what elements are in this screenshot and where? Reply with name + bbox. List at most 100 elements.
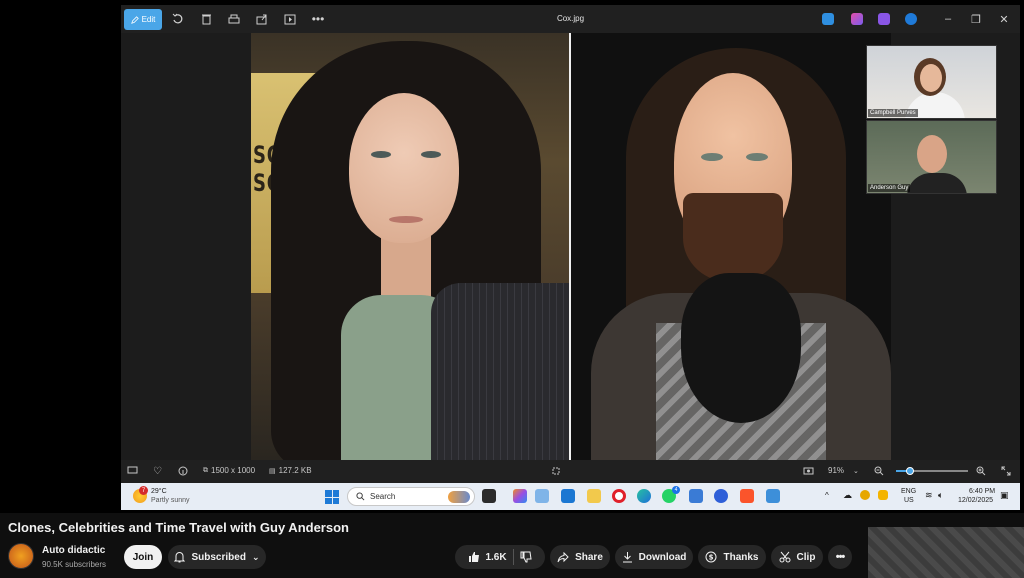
onedrive-icon[interactable]	[905, 13, 917, 25]
filmstrip-icon[interactable]	[127, 466, 138, 475]
photo-app-icon[interactable]	[822, 13, 834, 25]
opera-icon[interactable]	[612, 489, 626, 503]
fullscreen-icon[interactable]	[1001, 466, 1011, 476]
notes-icon[interactable]	[689, 489, 703, 503]
video-title: Clones, Celebrities and Time Travel with…	[8, 520, 349, 535]
language-code[interactable]: ENG	[901, 488, 916, 496]
thumbs-up-icon	[469, 552, 480, 562]
zoom-slider-knob[interactable]	[905, 467, 914, 475]
share-label: Share	[575, 551, 603, 563]
clipchamp-icon[interactable]	[851, 13, 863, 25]
share-button[interactable]: Share	[550, 545, 610, 569]
participant-video-1[interactable]: Campbell Purves	[866, 45, 997, 119]
subscriber-count: 90.5K subscribers	[42, 560, 107, 569]
channel-avatar[interactable]	[8, 543, 34, 569]
wifi-icon[interactable]: ≋	[925, 491, 933, 500]
beard	[683, 193, 783, 283]
search-icon	[356, 492, 365, 501]
torso	[907, 173, 967, 193]
youtube-watch-page: Edit ••• Cox.jpg – ❐ ✕ Campbell Purves A…	[0, 0, 1024, 578]
weather-desc[interactable]: Partly sunny	[151, 497, 190, 505]
zoom-select[interactable]: 91% ⌄	[828, 466, 859, 475]
recommended-video-thumbnail[interactable]	[868, 527, 1024, 578]
search-placeholder: Search	[370, 492, 396, 501]
eye-left	[371, 151, 391, 158]
participant-video-2[interactable]: Anderson Guy	[866, 120, 997, 194]
face	[920, 64, 942, 92]
windows-taskbar: 7 29°C Partly sunny Search 4 ^ ☁ ENG US …	[121, 483, 1020, 510]
photo-left-woman: SOPHIE ASCA	[251, 33, 569, 460]
settings-gear-icon[interactable]	[535, 489, 549, 503]
like-dislike-group: 1.6K	[455, 545, 545, 569]
file-size-text: 127.2 KB	[278, 466, 312, 475]
photos-app-window: Edit ••• Cox.jpg – ❐ ✕ Campbell Purves A…	[121, 5, 1020, 483]
taskbar-search[interactable]: Search	[347, 487, 475, 506]
cloud-icon[interactable]: ☁	[843, 491, 852, 500]
download-icon	[622, 552, 632, 563]
zoom-app-icon[interactable]	[714, 489, 728, 503]
subscribed-button[interactable]: Subscribed ⌄	[168, 545, 266, 569]
zoom-out-icon[interactable]	[874, 466, 884, 476]
thanks-heart-icon: $	[705, 551, 717, 563]
sync-icon[interactable]	[860, 490, 870, 500]
language-region[interactable]: US	[904, 497, 914, 505]
restore-icon[interactable]: ❐	[969, 12, 983, 26]
zoom-slider[interactable]	[896, 467, 968, 475]
copilot-icon[interactable]	[513, 489, 527, 503]
chevron-up-icon[interactable]: ^	[825, 492, 829, 500]
bell-icon	[174, 552, 186, 563]
clip-label: Clip	[796, 551, 816, 563]
volume-icon[interactable]: 🔈︎	[938, 491, 943, 500]
zoom-in-icon[interactable]	[976, 466, 986, 476]
photos-toolbar: Edit ••• Cox.jpg – ❐ ✕	[121, 5, 1020, 33]
photo-right-man	[571, 33, 891, 460]
weather-temp[interactable]: 29°C	[151, 488, 167, 496]
brave-icon[interactable]	[740, 489, 754, 503]
info-icon[interactable]	[178, 466, 188, 476]
channel-name[interactable]: Auto didactic	[42, 545, 105, 556]
mouth	[389, 216, 423, 223]
join-button[interactable]: Join	[124, 545, 162, 569]
dimensions-icon: ⧉	[203, 466, 208, 474]
thumbs-down-icon	[520, 551, 532, 563]
like-count: 1.6K	[485, 551, 507, 563]
screenshot-icon[interactable]	[803, 466, 814, 475]
chevron-down-icon: ⌄	[251, 551, 260, 562]
face	[917, 135, 947, 173]
download-label: Download	[638, 551, 687, 563]
thanks-button[interactable]: $ Thanks	[698, 545, 766, 569]
crop-icon[interactable]	[551, 466, 561, 476]
store-icon[interactable]	[561, 489, 575, 503]
weather-badge: 7	[139, 486, 148, 495]
file-explorer-icon[interactable]	[587, 489, 601, 503]
favorite-heart-icon[interactable]: ♡	[153, 466, 162, 477]
dimensions-text: 1500 x 1000	[211, 466, 256, 475]
more-actions-button[interactable]: •••	[828, 545, 852, 569]
participant-name: Campbell Purves	[868, 109, 918, 117]
tray-app-icon[interactable]	[878, 490, 888, 500]
clip-button[interactable]: Clip	[771, 545, 823, 569]
image-dimensions: ⧉ 1500 x 1000	[203, 466, 255, 475]
task-view-icon[interactable]	[482, 489, 496, 503]
close-icon[interactable]: ✕	[997, 12, 1011, 26]
clock-date[interactable]: 12/02/2025	[958, 497, 993, 505]
edge-icon[interactable]	[637, 489, 651, 503]
video-player[interactable]: Edit ••• Cox.jpg – ❐ ✕ Campbell Purves A…	[0, 0, 1024, 513]
minimize-icon[interactable]: –	[941, 12, 955, 26]
clock-time[interactable]: 6:40 PM	[969, 488, 995, 496]
black-bow	[681, 273, 801, 423]
notification-bell-icon[interactable]: ▣	[1000, 491, 1009, 500]
like-button[interactable]: 1.6K	[468, 551, 507, 563]
photos-taskbar-icon[interactable]	[766, 489, 780, 503]
search-highlight-icon	[448, 490, 470, 503]
dislike-button[interactable]	[520, 551, 532, 563]
blazer	[431, 283, 569, 460]
svg-text:$: $	[709, 554, 714, 562]
scissors-icon	[779, 551, 791, 563]
download-button[interactable]: Download	[615, 545, 693, 569]
subscribed-label: Subscribed	[191, 551, 246, 563]
eye-right	[746, 153, 768, 161]
neck	[381, 233, 431, 303]
designer-icon[interactable]	[878, 13, 890, 25]
windows-start-icon[interactable]	[325, 490, 339, 504]
